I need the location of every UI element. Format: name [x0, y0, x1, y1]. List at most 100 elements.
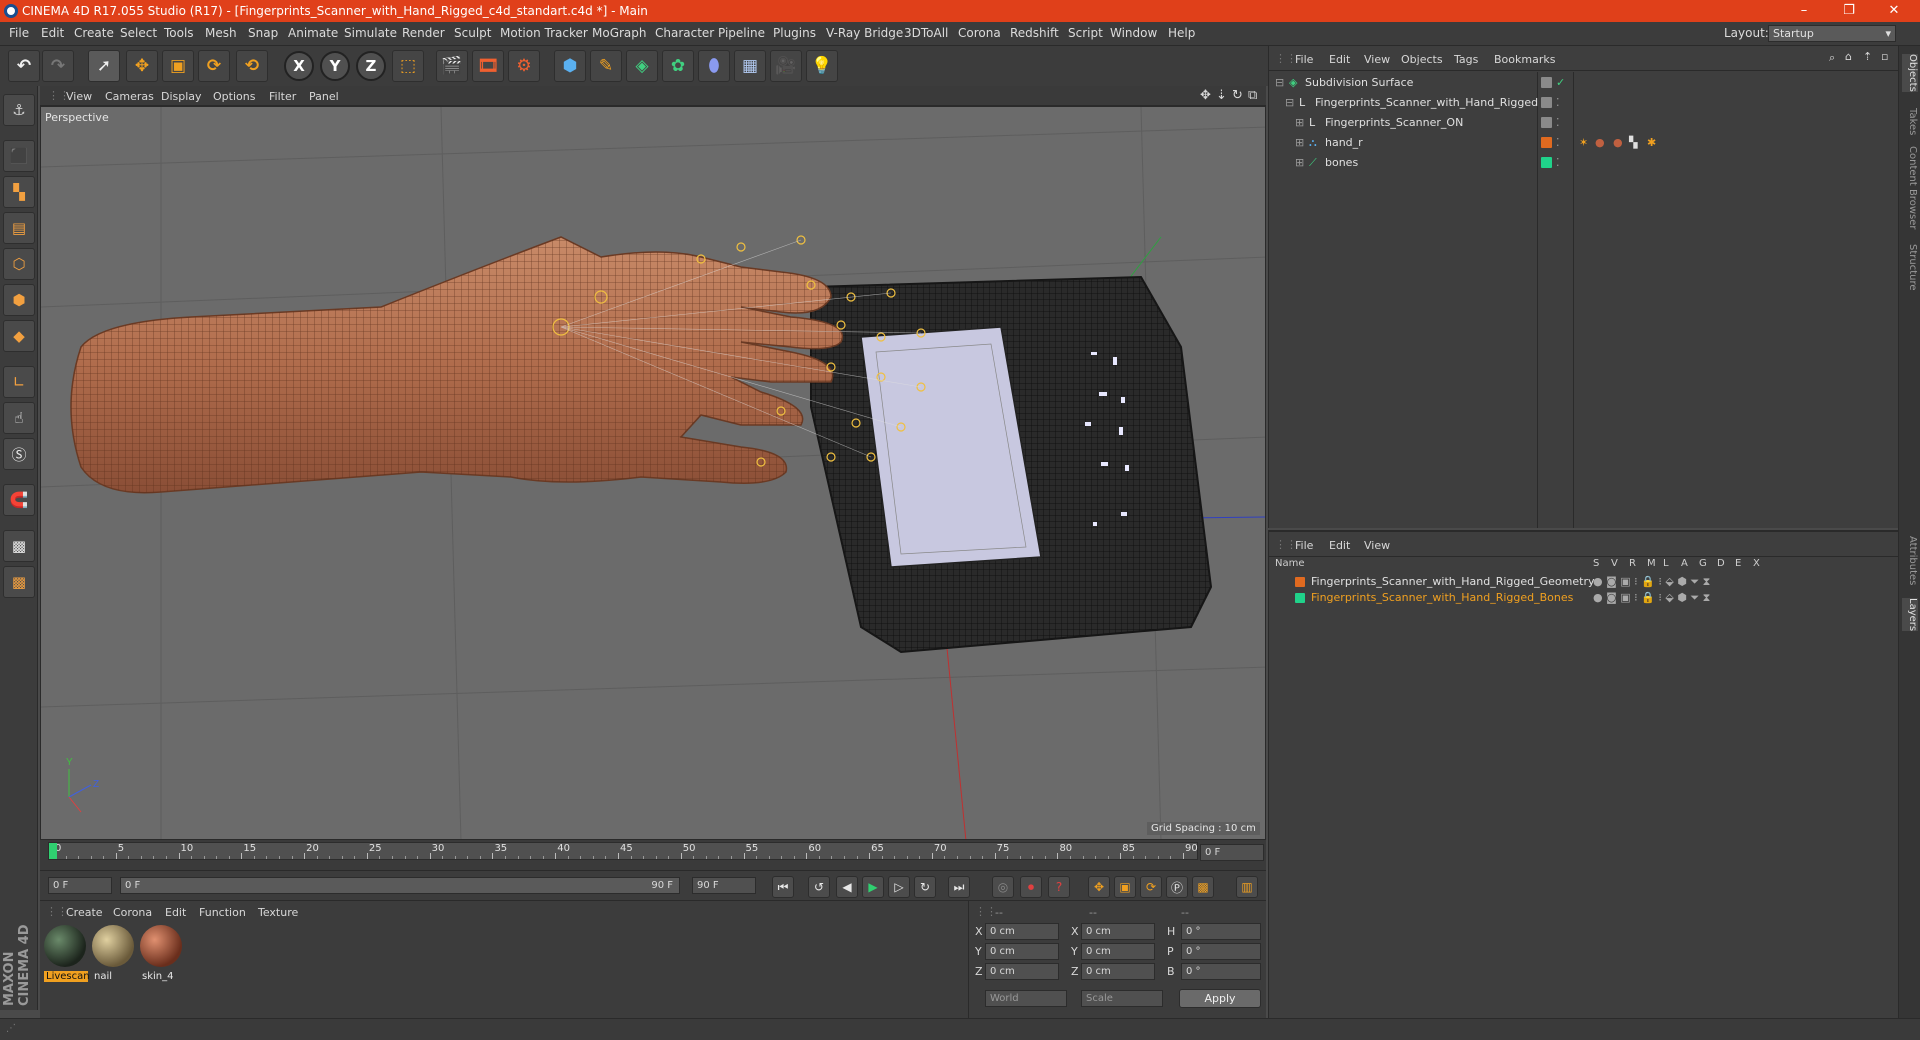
expand-icon[interactable]: ⊞ — [1295, 133, 1304, 152]
object-menu-edit[interactable]: Edit — [1329, 53, 1350, 66]
go-to-end-icon[interactable]: ⏭ — [948, 876, 970, 898]
z-axis-lock-button[interactable]: Z — [356, 51, 386, 81]
rot-h-field[interactable]: 0 ° — [1181, 923, 1261, 940]
texture-mode-icon[interactable]: ▚ — [3, 176, 35, 208]
render-view-icon[interactable]: 🎬 — [436, 50, 468, 82]
weight-tag-icon[interactable]: ✱ — [1647, 133, 1656, 152]
menu-mesh[interactable]: Mesh — [205, 26, 237, 40]
rotate-icon[interactable]: ⟳ — [198, 50, 230, 82]
redo-icon[interactable]: ↷ — [42, 50, 74, 82]
object-menu-tags[interactable]: Tags — [1454, 53, 1478, 66]
object-row-subdivision-surface[interactable]: ⊟ ◈ Subdivision Surface ✓ — [1269, 73, 1899, 92]
layer-row-geometry[interactable]: Fingerprints_Scanner_with_Hand_Rigged_Ge… — [1269, 574, 1899, 590]
column-view[interactable]: V — [1611, 558, 1618, 569]
tab-layers[interactable]: Layers — [1902, 598, 1918, 632]
layer-toggle-icons[interactable]: ● ◙ ▣ ⁝ 🔒 ⁝ ⬙ ⬢ ⏷ ⧗ — [1593, 590, 1710, 606]
menu-redshift[interactable]: Redshift — [1010, 26, 1059, 40]
collapse-icon[interactable]: ⊟ — [1285, 93, 1294, 112]
layer-menu-view[interactable]: View — [1364, 539, 1390, 552]
object-row-scanner-on[interactable]: ⊞ L Fingerprints_Scanner_ON ⁚ — [1269, 113, 1899, 132]
select-pointer-icon[interactable]: ➚ — [88, 50, 120, 82]
record-keys-icon[interactable]: ◎ — [992, 876, 1014, 898]
menu-character[interactable]: Character — [655, 26, 714, 40]
visibility-dots-icon[interactable]: ⁚ — [1556, 93, 1560, 112]
menu-create[interactable]: Create — [74, 26, 114, 40]
collapse-icon[interactable]: ⊟ — [1275, 73, 1284, 92]
make-editable-icon[interactable]: ⚓ — [3, 94, 35, 126]
visibility-dots-icon[interactable]: ⁚ — [1556, 133, 1560, 152]
menu-help[interactable]: Help — [1168, 26, 1195, 40]
object-row-scanner-with-hand[interactable]: ⊟ L Fingerprints_Scanner_with_Hand_Rigge… — [1269, 93, 1899, 112]
search-icon[interactable]: ⌕ — [1829, 51, 1835, 65]
viewport-menu-panel[interactable]: Panel — [309, 90, 339, 103]
cube-primitive-icon[interactable]: ⬢ — [554, 50, 586, 82]
light-icon[interactable]: 💡 — [806, 50, 838, 82]
apply-button[interactable]: Apply — [1179, 989, 1261, 1008]
timeline-ruler[interactable]: 0 5 10 15 20 25 30 35 40 45 50 55 60 65 70 75 80 85 90 0 F — [40, 840, 1266, 870]
material-menu-create[interactable]: Create — [66, 906, 103, 919]
workplane-grid-icon[interactable]: ▩ — [3, 530, 35, 562]
deformer-icon[interactable]: ⬮ — [698, 50, 730, 82]
move-icon[interactable]: ✥ — [126, 50, 158, 82]
viewport-move-icon[interactable]: ⇣ — [1216, 88, 1227, 103]
previous-key-icon[interactable]: ↺ — [808, 876, 830, 898]
key-pla-icon[interactable]: ▩ — [1192, 876, 1214, 898]
pos-z-field[interactable]: 0 cm — [985, 963, 1059, 980]
menu-simulate[interactable]: Simulate — [344, 26, 397, 40]
column-expressions[interactable]: E — [1735, 558, 1741, 569]
locked-workplane-icon[interactable]: ▩ — [3, 566, 35, 598]
layer-toggle-icons[interactable]: ● ◙ ▣ ⁝ 🔒 ⁝ ⬙ ⬢ ⏷ ⧗ — [1593, 574, 1710, 590]
size-x-field[interactable]: 0 cm — [1081, 923, 1155, 940]
object-menu-file[interactable]: File — [1295, 53, 1313, 66]
cloner-icon[interactable]: ✿ — [662, 50, 694, 82]
render-settings-icon[interactable]: ⚙ — [508, 50, 540, 82]
previous-frame-icon[interactable]: ◀ — [836, 876, 858, 898]
layer-menu-edit[interactable]: Edit — [1329, 539, 1350, 552]
recent-tools-icon[interactable]: ⟲ — [236, 50, 268, 82]
frame-range-slider[interactable]: 0 F 90 F — [120, 877, 680, 894]
menu-snap[interactable]: Snap — [248, 26, 278, 40]
menu-corona[interactable]: Corona — [958, 26, 1001, 40]
coordinate-system-icon[interactable]: ⬚ — [392, 50, 424, 82]
layer-color-swatch[interactable] — [1295, 577, 1305, 587]
workplane-mode-icon[interactable]: ▤ — [3, 212, 35, 244]
menu-tools[interactable]: Tools — [164, 26, 194, 40]
phong-tag-icon[interactable]: ✶ — [1579, 133, 1588, 152]
layer-menu-file[interactable]: File — [1295, 539, 1313, 552]
key-scale-icon[interactable]: ▣ — [1114, 876, 1136, 898]
undo-icon[interactable]: ↶ — [8, 50, 40, 82]
material-menu-corona[interactable]: Corona — [113, 906, 152, 919]
column-solo[interactable]: S — [1593, 558, 1599, 569]
timeline-track[interactable]: 0 5 10 15 20 25 30 35 40 45 50 55 60 65 70 75 80 85 90 — [48, 842, 1198, 860]
next-key-icon[interactable]: ↻ — [914, 876, 936, 898]
size-z-field[interactable]: 0 cm — [1081, 963, 1155, 980]
menu-motion-tracker[interactable]: Motion Tracker — [500, 26, 588, 40]
axis-mode-icon[interactable]: ∟ — [3, 366, 35, 398]
close-button[interactable]: ✕ — [1874, 0, 1914, 22]
menu-edit[interactable]: Edit — [41, 26, 64, 40]
material-tag-icon[interactable]: ● — [1595, 133, 1605, 152]
tab-objects[interactable]: Objects — [1902, 54, 1918, 92]
viewport-navigate-icon[interactable]: ✥ — [1200, 88, 1211, 103]
menu-select[interactable]: Select — [120, 26, 157, 40]
menu-vray-bridge[interactable]: V-Ray Bridge — [826, 26, 903, 40]
object-menu-bookmarks[interactable]: Bookmarks — [1494, 53, 1555, 66]
autokey-icon[interactable]: ⏺ — [1020, 876, 1042, 898]
start-frame-field[interactable]: 0 F — [48, 877, 112, 894]
edges-mode-icon[interactable]: ⬢ — [3, 284, 35, 316]
material-menu-texture[interactable]: Texture — [258, 906, 298, 919]
rot-p-field[interactable]: 0 ° — [1181, 943, 1261, 960]
expand-icon[interactable]: ⊞ — [1295, 113, 1304, 132]
menu-script[interactable]: Script — [1068, 26, 1103, 40]
menu-sculpt[interactable]: Sculpt — [454, 26, 491, 40]
tab-takes[interactable]: Takes — [1902, 108, 1918, 135]
material-menu-function[interactable]: Function — [199, 906, 246, 919]
coordinate-mode-dropdown[interactable]: Scale — [1081, 990, 1163, 1007]
pen-spline-icon[interactable]: ✎ — [590, 50, 622, 82]
menu-animate[interactable]: Animate — [288, 26, 338, 40]
home-icon[interactable]: ⌂ — [1845, 50, 1852, 63]
column-xref[interactable]: X — [1753, 558, 1760, 569]
next-frame-icon[interactable]: ▷ — [888, 876, 910, 898]
expand-icon[interactable]: ⊞ — [1295, 153, 1304, 172]
go-to-start-icon[interactable]: ⏮ — [772, 876, 794, 898]
